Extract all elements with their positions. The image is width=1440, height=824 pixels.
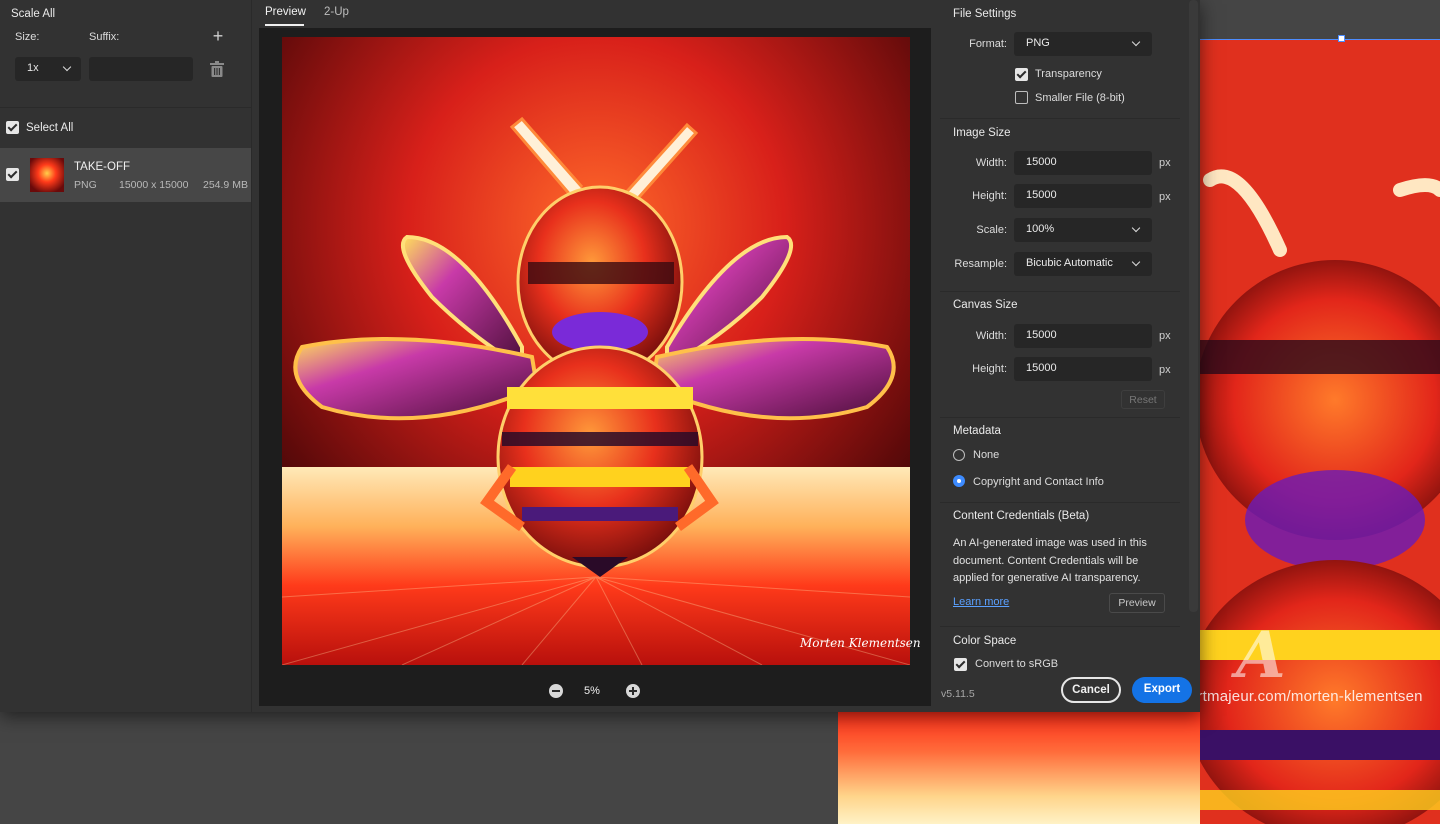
canvas-width-input[interactable]: 15000 [1014,324,1152,348]
color-space-title: Color Space [953,635,1017,647]
export-button[interactable]: Export [1132,677,1192,703]
divider [940,502,1180,503]
image-width-label: Width: [975,157,1007,169]
scale-all-header: Scale All [11,8,56,20]
zoom-level: 5% [584,685,600,697]
image-size-title: Image Size [953,127,1011,139]
file-settings-title: File Settings [953,8,1017,20]
suffix-label: Suffix: [89,31,120,43]
select-all-checkbox[interactable] [6,121,19,134]
canvas-width-unit: px [1159,330,1171,342]
version-label: v5.11.5 [941,688,975,700]
format-select[interactable]: PNG [1014,32,1152,56]
scale-select[interactable]: 1x [15,57,81,81]
asset-dimensions: 15000 x 15000 [119,179,189,191]
canvas-width-label: Width: [975,330,1007,342]
asset-name: TAKE-OFF [74,161,131,173]
content-credentials-title: Content Credentials (Beta) [953,510,1090,522]
image-width-unit: px [1159,157,1171,169]
metadata-copyright-label: Copyright and Contact Info [973,476,1104,488]
bee-artwork [282,37,910,665]
reset-button[interactable]: Reset [1121,390,1165,409]
canvas-height-input[interactable]: 15000 [1014,357,1152,381]
content-credentials-text: An AI-generated image was used in this d… [953,537,1147,584]
transparency-checkbox[interactable] [1015,68,1028,81]
asset-checkbox[interactable] [6,168,19,181]
asset-format: PNG [74,179,97,191]
asset-thumbnail [30,158,64,192]
metadata-none-label: None [973,449,1000,461]
chevron-down-icon [1131,37,1141,47]
image-width-input[interactable]: 15000 [1014,151,1152,175]
canvas-height-unit: px [1159,364,1171,376]
asset-file-size: 254.9 MB [203,179,248,191]
resample-value: Bicubic Automatic [1026,257,1113,269]
canvas-height-label: Height: [972,363,1007,375]
preview-image [282,37,910,665]
resample-label: Resample: [954,258,1007,270]
transparency-label: Transparency [1035,68,1102,80]
tab-2-up[interactable]: 2-Up [324,6,349,18]
chevron-down-icon [62,62,72,72]
watermark-text: ©Artmajeur.com/morten-klementsen [1176,688,1423,705]
tab-preview[interactable]: Preview [265,6,306,18]
image-height-input[interactable]: 15000 [1014,184,1152,208]
size-label: Size: [15,31,40,43]
content-credentials-preview-button[interactable]: Preview [1109,593,1165,613]
metadata-title: Metadata [953,425,1001,437]
image-height-unit: px [1159,191,1171,203]
scale-percent-value: 100% [1026,223,1055,235]
zoom-out-icon[interactable] [549,684,563,698]
selection-edge [1200,39,1440,40]
resample-select[interactable]: Bicubic Automatic [1014,252,1152,276]
chevron-down-icon [1131,223,1141,233]
transform-handle[interactable] [1338,35,1345,42]
scale-label: Scale: [976,224,1007,236]
chevron-down-icon [1131,257,1141,267]
background-artwork [1200,40,1440,824]
divider [940,626,1180,627]
active-tab-indicator [265,24,304,26]
add-icon[interactable]: + [209,27,227,45]
format-select-value: PNG [1026,37,1050,49]
metadata-none-radio[interactable] [953,449,965,461]
settings-scrollbar[interactable] [1189,0,1198,612]
smaller-file-label: Smaller File (8-bit) [1035,92,1125,104]
cancel-button[interactable]: Cancel [1061,677,1121,703]
watermark-logo: A [1236,618,1286,693]
divider [940,417,1180,418]
format-label: Format: [969,38,1007,50]
scale-percent-select[interactable]: 100% [1014,218,1152,242]
convert-srgb-checkbox[interactable] [954,658,967,671]
convert-srgb-label: Convert to sRGB [975,658,1059,670]
zoom-in-icon[interactable] [626,684,640,698]
divider [940,118,1180,119]
select-all-label: Select All [26,122,74,134]
metadata-copyright-radio[interactable] [953,475,965,487]
divider [0,107,252,108]
learn-more-link[interactable]: Learn more [953,596,1009,608]
background-canvas-bottom [838,712,1200,824]
smaller-file-checkbox[interactable] [1015,91,1028,104]
image-height-label: Height: [972,190,1007,202]
background-canvas [1200,40,1440,824]
suffix-input[interactable] [89,57,193,81]
artist-signature: Morten Klementsen [800,636,921,650]
divider [940,291,1180,292]
scale-select-value: 1x [27,62,39,74]
trash-icon[interactable] [210,61,224,77]
canvas-size-title: Canvas Size [953,299,1018,311]
